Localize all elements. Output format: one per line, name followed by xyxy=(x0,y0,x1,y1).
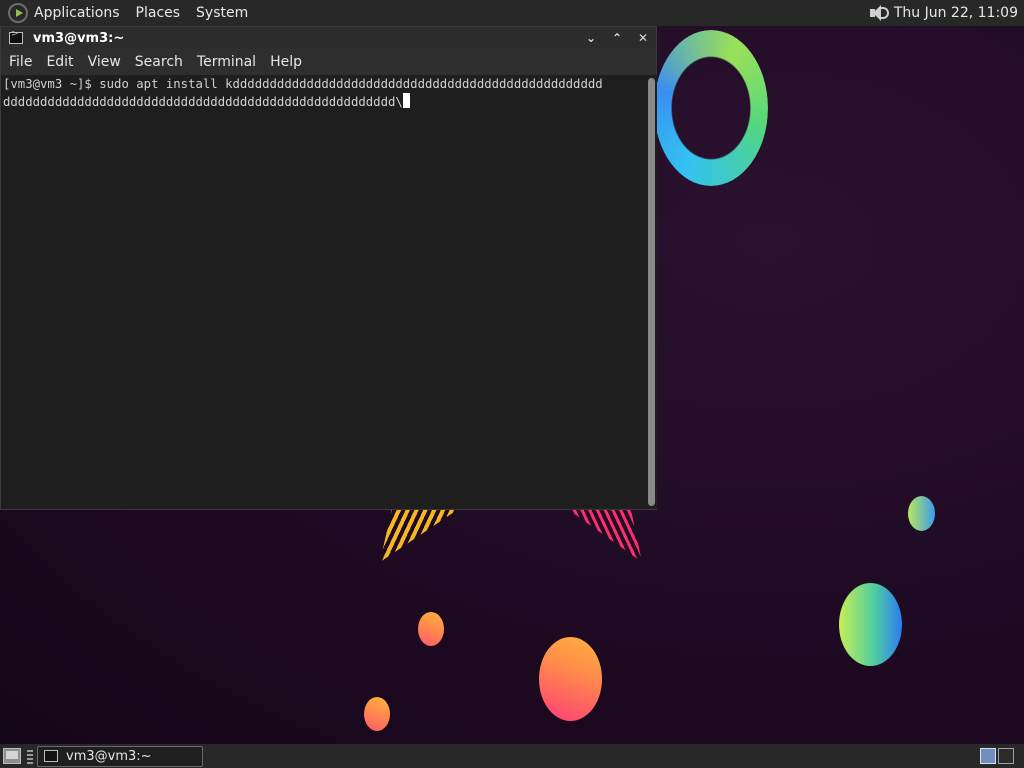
menu-places[interactable]: Places xyxy=(136,5,181,21)
wallpaper-blob xyxy=(364,697,390,731)
top-panel: Applications Places System Thu Jun 22, 1… xyxy=(0,0,1024,26)
wallpaper-blob xyxy=(539,637,602,721)
window-controls: ⌄ ⌃ ✕ xyxy=(578,27,656,49)
wallpaper-stripes xyxy=(566,508,642,562)
terminal-icon xyxy=(44,750,58,762)
menu-search[interactable]: Search xyxy=(135,54,183,70)
close-button[interactable]: ✕ xyxy=(630,27,656,49)
scrollbar-thumb[interactable] xyxy=(648,78,655,506)
terminal-scrollbar[interactable] xyxy=(646,75,657,509)
workspace-1[interactable] xyxy=(980,748,996,764)
volume-icon[interactable] xyxy=(868,4,889,22)
menu-applications[interactable]: Applications xyxy=(34,5,120,21)
terminal-window[interactable]: vm3@vm3:~ ⌄ ⌃ ✕ File Edit View Search Te… xyxy=(0,26,657,510)
workspace-switcher xyxy=(978,748,1014,764)
menu-terminal[interactable]: Terminal xyxy=(197,54,256,70)
bottom-panel: vm3@vm3:~ xyxy=(0,744,1024,768)
wallpaper-blob xyxy=(908,496,935,531)
menu-logo-icon[interactable] xyxy=(8,3,28,23)
menu-file[interactable]: File xyxy=(9,54,32,70)
cursor-block xyxy=(402,93,410,108)
wallpaper-blob xyxy=(418,612,444,646)
menu-view[interactable]: View xyxy=(88,54,121,70)
clock[interactable]: Thu Jun 22, 11:09 xyxy=(894,5,1018,21)
wallpaper-stripes xyxy=(380,508,460,562)
terminal-line: [vm3@vm3 ~]$ sudo apt install kddddddddd… xyxy=(3,77,603,91)
window-title: vm3@vm3:~ xyxy=(33,30,125,46)
terminal-line-current: dddddddddddddddddddddddddddddddddddddddd… xyxy=(3,93,646,111)
maximize-button[interactable]: ⌃ xyxy=(604,27,630,49)
minimize-button[interactable]: ⌄ xyxy=(578,27,604,49)
menu-system[interactable]: System xyxy=(196,5,248,21)
terminal-menubar: File Edit View Search Terminal Help xyxy=(1,49,656,75)
panel-handle[interactable] xyxy=(27,748,33,764)
terminal-icon xyxy=(9,29,23,44)
menu-help[interactable]: Help xyxy=(270,54,302,70)
taskbar-button-terminal[interactable]: vm3@vm3:~ xyxy=(37,745,203,767)
terminal-line: dddddddddddddddddddddddddddddddddddddddd… xyxy=(3,95,403,109)
top-panel-tray: Thu Jun 22, 11:09 xyxy=(868,4,1018,22)
wallpaper-blob xyxy=(839,583,902,666)
terminal-output[interactable]: [vm3@vm3 ~]$ sudo apt install kddddddddd… xyxy=(1,75,646,509)
show-desktop-icon[interactable] xyxy=(3,748,21,764)
taskbar-button-label: vm3@vm3:~ xyxy=(66,748,152,764)
wallpaper-ring xyxy=(654,30,768,186)
menu-edit[interactable]: Edit xyxy=(46,54,73,70)
workspace-2[interactable] xyxy=(998,748,1014,764)
window-titlebar[interactable]: vm3@vm3:~ ⌄ ⌃ ✕ xyxy=(1,27,656,49)
